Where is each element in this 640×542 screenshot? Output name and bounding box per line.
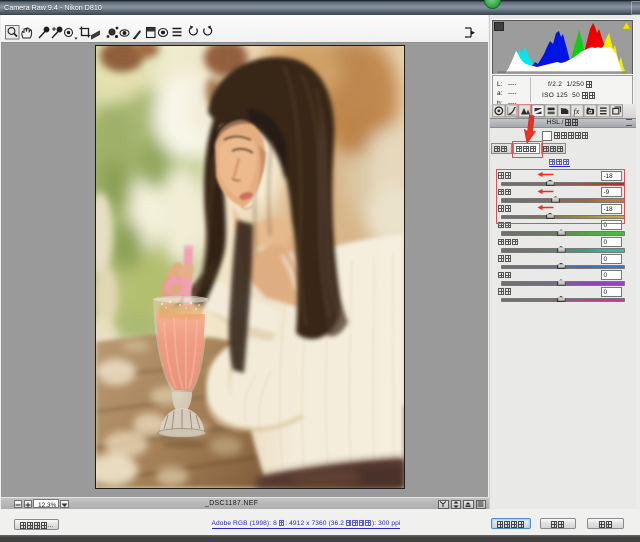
svg-text:fx: fx bbox=[574, 107, 580, 116]
